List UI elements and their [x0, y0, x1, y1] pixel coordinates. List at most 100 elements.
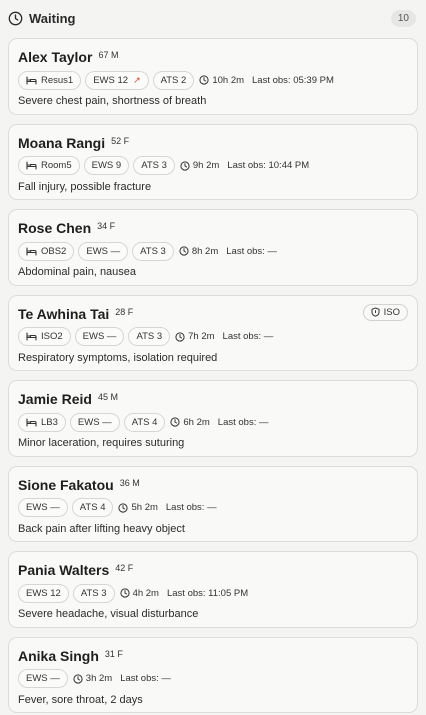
ats-chip: ATS 2	[152, 70, 195, 90]
patient-list: Alex Taylor 67 M Resus1 EWS 12 ↗ ATS 2 10h 2m L…	[8, 36, 418, 713]
waiting-panel: Waiting 10 Alex Taylor 67 M Resus1 EWS 12 ↗ A…	[0, 0, 426, 715]
wait-label: 9h 2m	[192, 160, 220, 171]
patient-card[interactable]: Moana Rangi 52 F Room5 EWS 9 ATS 3 9h 2m Last …	[8, 123, 418, 200]
ews-label: EWS —	[86, 245, 121, 257]
patient-age-sex: 36 M	[119, 477, 140, 488]
wait-label: 6h 2m	[183, 416, 210, 428]
last-obs: Last obs: 10:44 PM	[227, 160, 310, 171]
wait-label: 4h 2m	[132, 587, 159, 599]
patient-name: Te Awhina Tai	[18, 305, 110, 322]
chip-row: EWS — ATS 4 5h 2m Last obs: —	[18, 498, 408, 517]
chip-row: Resus1 EWS 12 ↗ ATS 2 10h 2m Last obs: 05:39 …	[18, 70, 408, 90]
name-row: Moana Rangi 52 F	[18, 135, 408, 153]
clock-icon	[119, 588, 130, 598]
ews-chip: EWS 12	[18, 583, 69, 603]
name-row: Alex Taylor 67 M	[18, 49, 408, 67]
header-left: Waiting	[8, 11, 75, 26]
ews-chip: EWS —	[18, 669, 68, 688]
clock-icon	[180, 160, 190, 171]
last-obs: Last obs: —	[217, 416, 269, 428]
patient-age-sex: 28 F	[115, 306, 134, 317]
presenting-complaint: Fall injury, possible fracture	[18, 180, 152, 193]
ews-label: EWS 9	[91, 160, 122, 171]
wait-label: 5h 2m	[131, 502, 158, 513]
wait-time: 5h 2m	[118, 502, 158, 513]
wait-time: 6h 2m	[170, 416, 210, 428]
isolation-badge: ISO	[362, 303, 408, 321]
chip-row: OBS2 EWS — ATS 3 8h 2m Last obs: —	[18, 241, 408, 261]
patient-name: Alex Taylor	[18, 49, 93, 65]
room-chip: ISO2	[18, 327, 71, 346]
waiting-header: Waiting 10	[8, 0, 418, 36]
name-row: Rose Chen 34 F	[18, 220, 408, 238]
wait-time: 7h 2m	[175, 331, 215, 342]
patient-card[interactable]: Jamie Reid 45 M LB3 EWS — ATS 4 6h 2m Last obs…	[8, 380, 418, 457]
wait-time: 9h 2m	[180, 160, 219, 171]
room-chip: Resus1	[18, 70, 82, 90]
bed-icon	[26, 246, 37, 256]
clock-icon	[118, 502, 129, 513]
last-obs: Last obs: —	[165, 502, 217, 513]
patient-card[interactable]: Alex Taylor 67 M Resus1 EWS 12 ↗ ATS 2 10h 2m L…	[8, 38, 418, 115]
patient-age-sex: 42 F	[115, 563, 134, 573]
patient-card[interactable]: Anika Singh 31 F EWS — 3h 2m Last obs: — Feve…	[8, 636, 418, 713]
presenting-complaint: Fever, sore throat, 2 days	[18, 693, 143, 706]
room-label: ISO2	[41, 331, 63, 342]
ews-chip: EWS —	[69, 412, 120, 432]
count-badge: 10	[390, 9, 416, 27]
patient-card[interactable]: Sione Fakatou 36 M EWS — ATS 4 5h 2m Last obs…	[8, 465, 418, 542]
ats-chip: ATS 3	[133, 156, 175, 175]
chip-row: ISO2 EWS — ATS 3 7h 2m Last obs: —	[18, 327, 408, 346]
bed-icon	[26, 332, 37, 341]
presenting-complaint: Severe headache, visual disturbance	[18, 608, 199, 620]
bed-icon	[26, 417, 37, 427]
patient-age-sex: 34 F	[97, 221, 116, 231]
clock-icon	[179, 246, 189, 256]
chip-row: Room5 EWS 9 ATS 3 9h 2m Last obs: 10:44 PM	[18, 156, 408, 175]
ats-label: ATS 4	[79, 502, 106, 513]
room-label: LB3	[41, 416, 58, 428]
ews-chip: EWS 9	[83, 156, 130, 175]
patient-card[interactable]: Rose Chen 34 F OBS2 EWS — ATS 3 8h 2m Last obs…	[8, 209, 418, 286]
room-label: Resus1	[41, 74, 74, 86]
clock-icon	[199, 75, 209, 85]
patient-card[interactable]: Pania Walters 42 F EWS 12 ATS 3 4h 2m Last ob…	[8, 551, 418, 628]
wait-label: 7h 2m	[188, 331, 215, 342]
ats-label: ATS 3	[80, 587, 107, 599]
trend-up-icon: ↗	[133, 74, 141, 85]
room-chip: Room5	[18, 156, 80, 175]
wait-label: 8h 2m	[191, 245, 219, 257]
clock-icon	[73, 673, 83, 684]
presenting-complaint: Severe chest pain, shortness of breath	[18, 95, 207, 107]
ews-label: EWS —	[82, 331, 117, 342]
ats-label: ATS 3	[136, 331, 163, 342]
wait-time: 4h 2m	[119, 587, 159, 599]
patient-name: Pania Walters	[18, 562, 110, 578]
ews-chip: EWS —	[78, 241, 129, 261]
presenting-complaint: Respiratory symptoms, isolation required	[18, 351, 218, 364]
room-chip: OBS2	[18, 241, 75, 261]
clock-icon	[170, 417, 180, 427]
wait-time: 10h 2m	[199, 75, 244, 86]
patient-name: Anika Singh	[18, 647, 99, 664]
ews-label: EWS —	[26, 673, 60, 684]
ats-chip: ATS 3	[72, 583, 115, 603]
isolation-label: ISO	[383, 306, 400, 318]
clock-icon	[175, 331, 185, 342]
name-row: Anika Singh 31 F	[18, 648, 408, 666]
ats-chip: ATS 3	[132, 241, 174, 261]
patient-name: Rose Chen	[18, 220, 92, 236]
chip-row: LB3 EWS — ATS 4 6h 2m Last obs: —	[18, 412, 408, 432]
wait-time: 8h 2m	[179, 246, 218, 257]
patient-age-sex: 45 M	[97, 392, 118, 402]
ats-chip: ATS 4	[123, 412, 166, 432]
ews-label: EWS 12	[26, 587, 61, 599]
ews-label: EWS 12	[93, 74, 129, 86]
wait-time: 3h 2m	[73, 673, 112, 684]
name-row: Jamie Reid 45 M	[18, 391, 408, 409]
presenting-complaint: Back pain after lifting heavy object	[18, 522, 185, 535]
ats-chip: ATS 3	[128, 327, 171, 346]
wait-label: 3h 2m	[85, 673, 113, 684]
wait-label: 10h 2m	[212, 74, 245, 86]
patient-card[interactable]: Te Awhina Tai 28 F ISO ISO2 EWS — ATS 3 7h 2m L…	[8, 294, 418, 371]
